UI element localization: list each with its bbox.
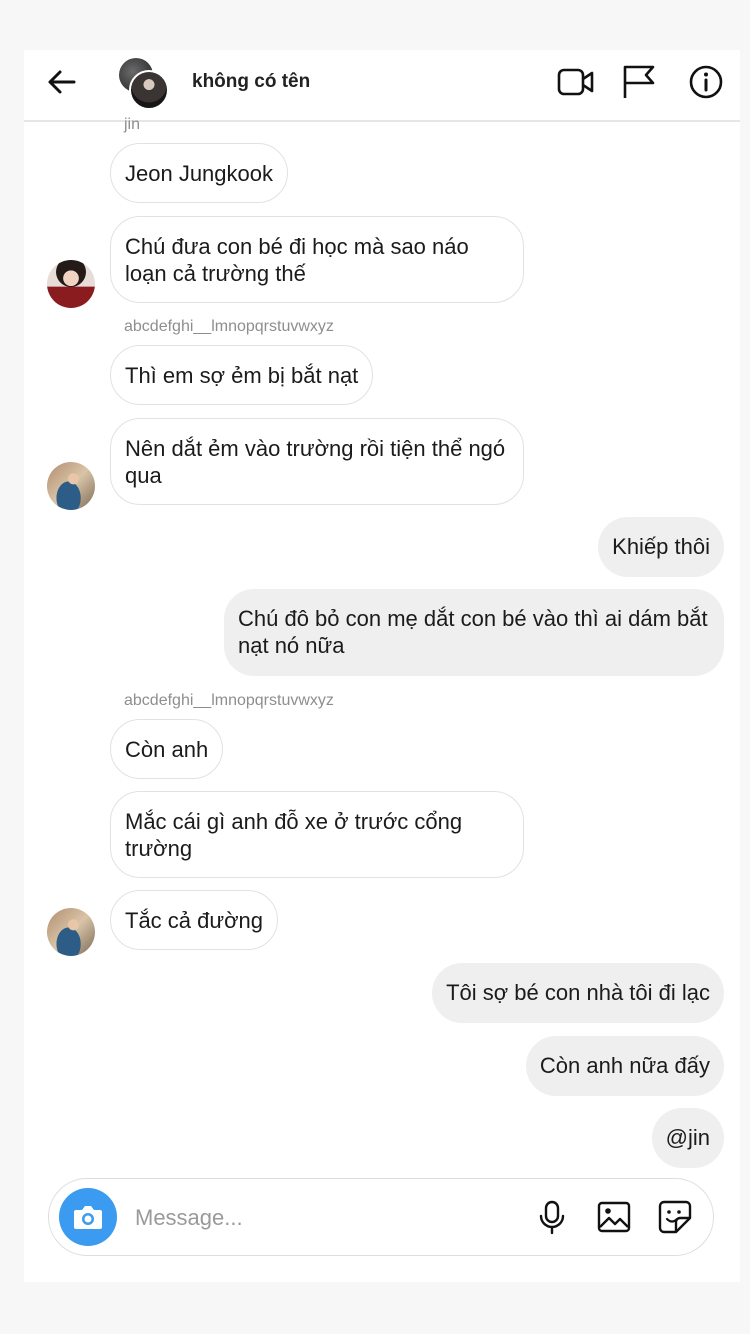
sender-name: abcdefghi__lmnopqrstuvwxyz [124, 318, 334, 335]
sender-avatar[interactable] [47, 462, 95, 510]
back-button[interactable] [44, 64, 80, 100]
message-composer [48, 1178, 714, 1256]
info-button[interactable] [686, 62, 726, 102]
info-icon [689, 65, 723, 99]
sticker-button[interactable] [656, 1198, 694, 1236]
chat-screen: không có tên jin Jeon Jungkook Chú đưa c… [24, 50, 740, 1282]
camera-icon [74, 1206, 102, 1229]
message-bubble-outgoing[interactable]: Chú đô bỏ con mẹ dắt con bé vào thì ai d… [224, 589, 724, 676]
message-input[interactable] [133, 1199, 437, 1237]
message-bubble-incoming[interactable]: Chú đưa con bé đi học mà sao náo loạn cả… [110, 216, 524, 303]
message-bubble-outgoing[interactable]: Tôi sợ bé con nhà tôi đi lạc [432, 963, 724, 1023]
message-bubble-outgoing[interactable]: @jin [651, 1108, 724, 1168]
message-bubble-outgoing[interactable]: Còn anh nữa đấy [525, 1036, 724, 1096]
microphone-icon [539, 1200, 565, 1235]
sticker-icon [658, 1200, 692, 1234]
chat-title[interactable]: không có tên [192, 71, 310, 93]
message-bubble-outgoing[interactable]: Khiếp thôi [598, 517, 724, 577]
flag-icon [623, 65, 655, 98]
message-bubble-incoming[interactable]: Jeon Jungkook [110, 143, 288, 203]
sender-name: jin [124, 116, 141, 133]
message-bubble-incoming[interactable]: Nên dắt ẻm vào trường rồi tiện thể ngó q… [110, 418, 524, 505]
voice-button[interactable] [533, 1198, 571, 1236]
camera-button[interactable] [59, 1188, 117, 1246]
message-bubble-incoming[interactable]: Tắc cả đường [110, 890, 278, 950]
message-bubble-incoming[interactable]: Còn anh [110, 719, 224, 779]
message-bubble-incoming[interactable]: Mắc cái gì anh đỗ xe ở trước cổng trường [110, 791, 524, 878]
group-avatar[interactable] [117, 56, 169, 110]
gallery-button[interactable] [595, 1198, 633, 1236]
video-call-icon [557, 68, 594, 96]
image-icon [597, 1201, 631, 1233]
report-button[interactable] [620, 62, 660, 102]
message-bubble-incoming[interactable]: Thì em sợ ẻm bị bắt nạt [110, 345, 374, 405]
sender-avatar[interactable] [47, 260, 95, 308]
arrow-left-icon [48, 70, 76, 94]
member-avatar [129, 70, 169, 110]
sender-avatar[interactable] [47, 908, 95, 956]
chat-header: không có tên [24, 50, 740, 122]
video-call-button[interactable] [556, 62, 596, 102]
sender-name: abcdefghi__lmnopqrstuvwxyz [124, 692, 334, 709]
